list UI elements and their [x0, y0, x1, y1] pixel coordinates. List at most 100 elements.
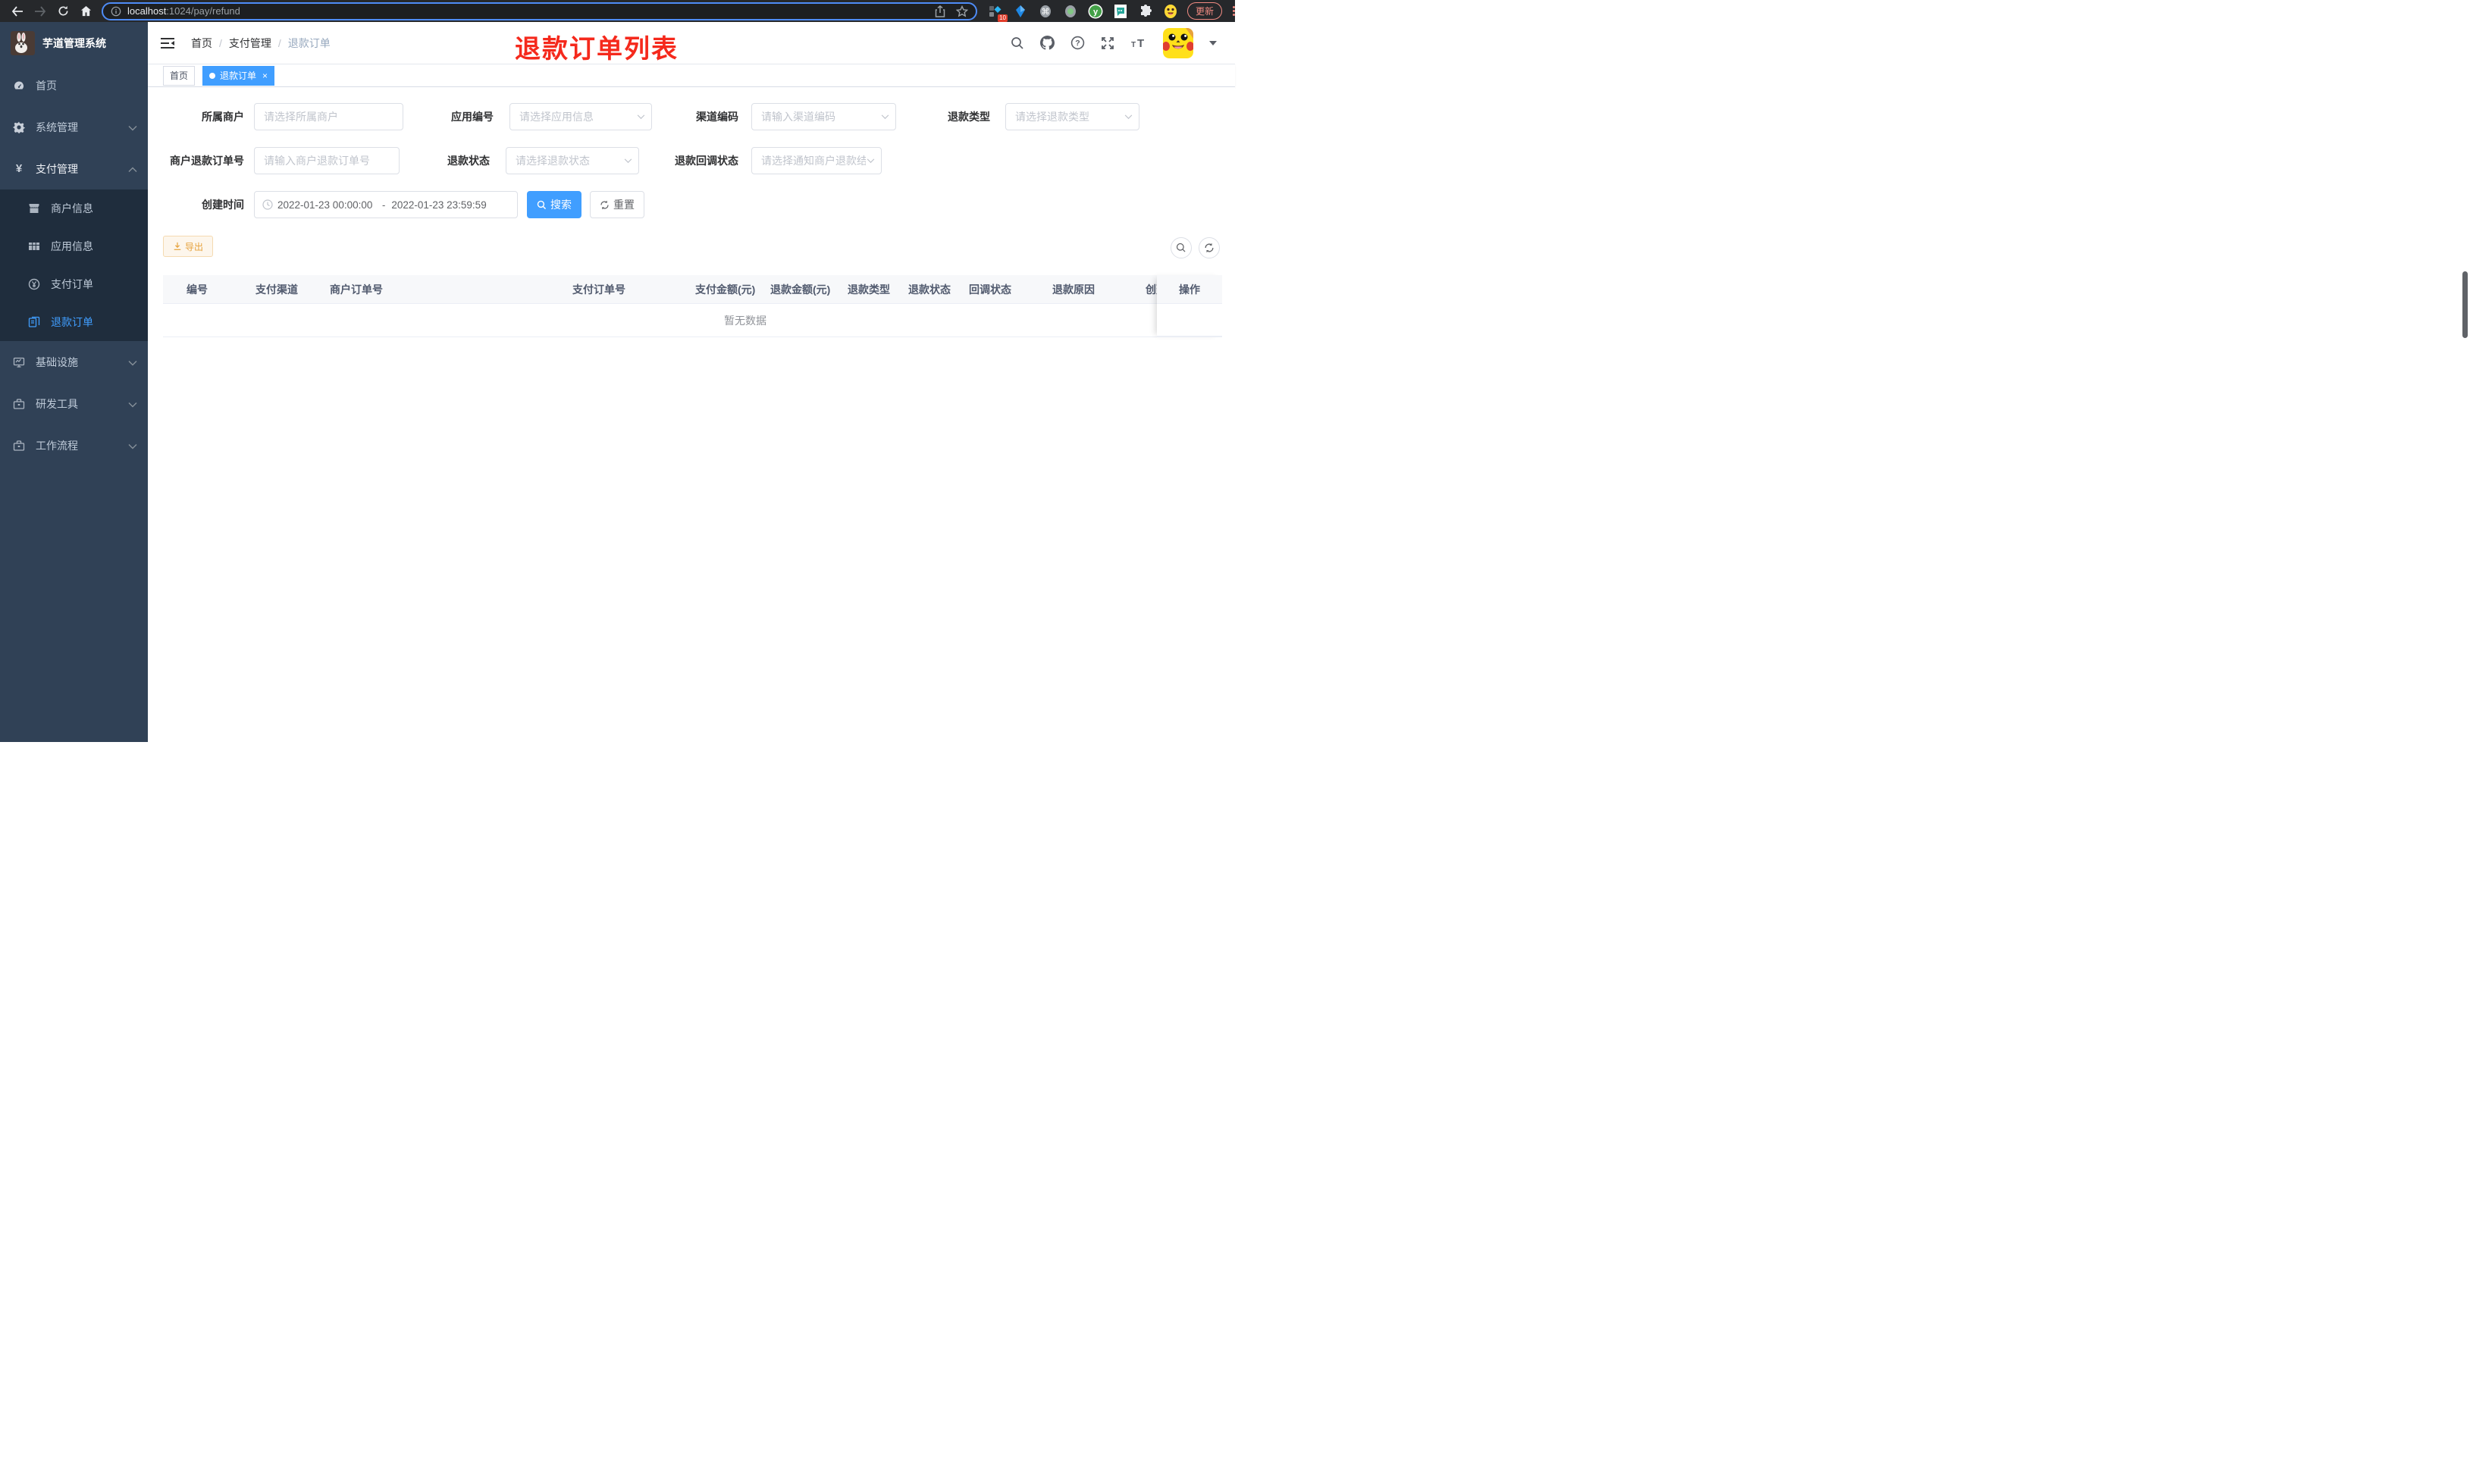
help-icon[interactable]: ? [1070, 36, 1085, 50]
sidebar-item-label: 支付管理 [36, 162, 78, 175]
sidebar-item-infra[interactable]: 基础设施 [0, 341, 148, 383]
address-bar[interactable]: localhost:1024/pay/refund [102, 2, 977, 20]
extension-diamond-icon[interactable]: 10 [988, 4, 1008, 22]
sidebar-item-workflow[interactable]: 工作流程 [0, 424, 148, 466]
monitor-chart-icon [13, 356, 25, 368]
tag-refund-order[interactable]: 退款订单 × [202, 65, 275, 86]
sidebar-item-merchant-info[interactable]: 商户信息 [0, 189, 148, 227]
search-button[interactable]: 搜索 [527, 191, 581, 218]
yen-circle-icon [28, 278, 40, 290]
sidebar-item-label: 基础设施 [36, 355, 78, 368]
document-copy-icon [28, 316, 40, 328]
tag-close-icon[interactable]: × [262, 71, 268, 80]
chevron-down-icon [1124, 114, 1133, 119]
create-time-range-picker[interactable]: 2022-01-23 00:00:00 - 2022-01-23 23:59:5… [254, 191, 518, 218]
page-title-annotation: 退款订单列表 [515, 35, 679, 64]
col-merchant-order-no: 商户订单号 [330, 283, 383, 296]
chevron-down-icon [128, 121, 137, 133]
merchant-refund-no-input[interactable] [254, 147, 400, 174]
user-avatar[interactable] [1163, 27, 1193, 58]
breadcrumb: 首页 / 支付管理 / 退款订单 [191, 36, 331, 51]
app-title: 芋道管理系统 [42, 37, 106, 49]
fullscreen-icon[interactable] [1101, 36, 1114, 50]
table-header: 编号 支付渠道 商户订单号 支付订单号 支付金额(元) 退款金额(元) 退款类型… [163, 275, 1222, 304]
sidebar-item-pay-order[interactable]: 支付订单 [0, 265, 148, 303]
empty-text: 暂无数据 [724, 315, 766, 327]
breadcrumb-home[interactable]: 首页 [191, 36, 212, 51]
sidebar-collapse-icon[interactable] [161, 37, 174, 49]
table-search-toggle-button[interactable] [1171, 237, 1192, 258]
table-refresh-button[interactable] [1199, 237, 1220, 258]
sidebar-item-label: 支付订单 [51, 278, 93, 290]
extension-emoji-icon[interactable] [1163, 4, 1178, 19]
briefcase-icon [13, 440, 25, 452]
sidebar-item-home[interactable]: 首页 [0, 64, 148, 106]
col-pay-order-no: 支付订单号 [572, 283, 625, 296]
browser-forward-icon[interactable] [29, 2, 52, 20]
app-logo [11, 31, 35, 55]
url-path: :1024/pay/refund [166, 5, 240, 17]
browser-reload-icon[interactable] [52, 2, 74, 20]
browser-menu-icon[interactable] [1230, 6, 1238, 16]
date-start-value[interactable]: 2022-01-23 00:00:00 [277, 199, 376, 211]
filter-label-refund-type: 退款类型 [948, 111, 990, 123]
breadcrumb-current: 退款订单 [287, 36, 331, 49]
export-button[interactable]: 导出 [163, 236, 214, 257]
notify-status-select[interactable] [751, 147, 882, 174]
refresh-icon [1205, 243, 1214, 253]
browser-back-icon[interactable] [6, 2, 29, 20]
sidebar-item-system[interactable]: 系统管理 [0, 106, 148, 148]
bookmark-star-icon[interactable] [956, 5, 968, 17]
sidebar-item-label: 工作流程 [36, 439, 78, 452]
chevron-down-icon [624, 158, 632, 163]
browser-update-button[interactable]: 更新 [1187, 2, 1223, 20]
site-info-icon[interactable] [111, 6, 121, 17]
search-icon[interactable] [1011, 36, 1024, 50]
merchant-input[interactable] [254, 103, 403, 130]
sidebar-item-app-info[interactable]: 应用信息 [0, 227, 148, 265]
sidebar-item-label: 首页 [36, 79, 57, 92]
extension-kite-icon[interactable] [1013, 4, 1028, 19]
breadcrumb-pay[interactable]: 支付管理 [229, 36, 271, 51]
share-icon[interactable] [935, 5, 945, 17]
extension-y-icon[interactable]: y [1088, 4, 1103, 19]
extension-chat-icon[interactable] [1113, 4, 1128, 19]
sidebar-item-label: 研发工具 [36, 397, 78, 410]
github-icon[interactable] [1040, 36, 1055, 50]
col-refund-amount: 退款金额(元) [770, 283, 831, 296]
extensions-puzzle-icon[interactable] [1138, 4, 1153, 19]
sidebar-item-refund-order[interactable]: 退款订单 [0, 303, 148, 341]
filter-label-app: 应用编号 [451, 111, 494, 123]
sidebar: 芋道管理系统 首页 系统管理 ¥ 支付管理 商户信息 应用信息 支付订单 退款订… [0, 22, 148, 742]
refund-status-select[interactable] [506, 147, 639, 174]
avatar-dropdown-caret-icon[interactable] [1209, 40, 1217, 45]
scrollbar-thumb[interactable] [2462, 271, 2468, 338]
chevron-down-icon [867, 158, 875, 163]
channel-select[interactable] [751, 103, 896, 130]
extension-record-icon[interactable] [1063, 4, 1078, 19]
extension-badge: 10 [998, 14, 1008, 22]
col-refund-reason: 退款原因 [1052, 283, 1095, 296]
refund-type-select[interactable] [1005, 103, 1139, 130]
col-create-time: 创建时间 [1146, 283, 1157, 296]
font-size-icon[interactable]: TT [1130, 36, 1147, 50]
sidebar-item-pay[interactable]: ¥ 支付管理 [0, 148, 148, 189]
extension-command-icon[interactable]: ⌘ [1038, 4, 1053, 19]
filter-label-merchant-refund-no: 商户退款订单号 [170, 155, 244, 167]
date-end-value[interactable]: 2022-01-23 23:59:59 [391, 199, 490, 211]
table-body: 暂无数据 [163, 304, 1222, 337]
svg-text:T: T [1137, 37, 1144, 50]
browser-toolbar: localhost:1024/pay/refund 10 ⌘ y 更新 [0, 0, 1238, 22]
tag-home[interactable]: 首页 [163, 65, 196, 86]
filter-label-refund-status: 退款状态 [447, 155, 490, 167]
browser-home-icon[interactable] [74, 2, 97, 20]
col-channel: 支付渠道 [255, 283, 298, 296]
col-action: 操作 [1157, 275, 1222, 304]
sidebar-item-dev-tools[interactable]: 研发工具 [0, 383, 148, 424]
reset-button[interactable]: 重置 [590, 191, 644, 218]
app-logo-row[interactable]: 芋道管理系统 [0, 22, 148, 64]
yen-icon: ¥ [15, 162, 23, 175]
filter-label-merchant: 所属商户 [202, 111, 244, 123]
app-select[interactable] [509, 103, 652, 130]
col-pay-amount: 支付金额(元) [695, 283, 756, 296]
